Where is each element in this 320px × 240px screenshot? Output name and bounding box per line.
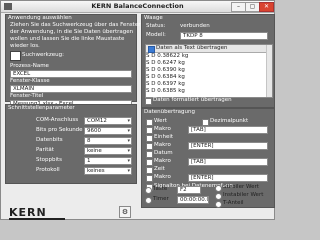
title-bar: KERN BalanceConnection – ▢ ✕ bbox=[1, 1, 274, 13]
macro-label: Makro bbox=[154, 142, 171, 148]
t-part-radio[interactable] bbox=[215, 201, 222, 208]
macro-checkbox[interactable] bbox=[146, 143, 153, 150]
macro-label: Makro bbox=[154, 158, 171, 164]
macro-checkbox[interactable] bbox=[146, 127, 153, 134]
unstable-value-radio[interactable] bbox=[215, 193, 222, 200]
time-label: Zeit bbox=[154, 166, 165, 172]
received-data-list[interactable]: Daten als Text übertragen S D 0.38622 kg… bbox=[145, 44, 273, 98]
logo-underline bbox=[9, 218, 65, 220]
stop-bits-label: Stoppbits bbox=[36, 157, 63, 163]
data-bits-select[interactable]: 8 bbox=[84, 137, 132, 145]
application-select-panel: Anwendung auswählen Ziehen Sie das Suchw… bbox=[5, 14, 141, 108]
protocol-select[interactable]: keines bbox=[84, 167, 132, 175]
interface-parameters-panel: Schnittstellenparameter COM-Anschluss CO… bbox=[5, 104, 137, 184]
list-item[interactable]: S D 0.6397 kg bbox=[146, 81, 272, 88]
window-class-label: Fenster-Klasse bbox=[10, 78, 50, 84]
list-item[interactable]: S D 0.6390 kg bbox=[146, 67, 272, 74]
list-header: Daten als Text übertragen bbox=[146, 45, 272, 53]
close-icon[interactable]: ✕ bbox=[259, 2, 274, 12]
macro-label: Makro bbox=[154, 174, 171, 180]
list-item[interactable]: S D 0.6247 kg bbox=[146, 60, 272, 67]
formatted-transfer-checkbox[interactable] bbox=[145, 98, 152, 105]
description-line: der Anwendung, in die Sie Daten übertrag… bbox=[10, 29, 134, 35]
stable-value-radio[interactable] bbox=[215, 185, 222, 192]
finder-tool-label: Suchwerkzeug: bbox=[22, 52, 64, 58]
unit-label: Einheit bbox=[154, 134, 174, 140]
status-value: verbunden bbox=[180, 23, 210, 29]
macro-field[interactable]: [ENTER] bbox=[188, 174, 268, 182]
minimize-icon[interactable]: – bbox=[231, 2, 246, 12]
panel-header: Datenübertragung bbox=[144, 109, 195, 115]
com-port-label: COM-Anschluss bbox=[36, 117, 79, 123]
protocol-label: Protokoll bbox=[36, 167, 60, 173]
formatted-transfer-label: Daten formatiert übertragen bbox=[153, 97, 232, 103]
decimal-point-label: Dezimalpunkt bbox=[210, 118, 249, 124]
model-label: Modell: bbox=[146, 32, 166, 38]
finder-tool-icon[interactable] bbox=[10, 51, 21, 61]
list-item[interactable]: S D 0.38622 kg bbox=[146, 53, 272, 60]
unstable-value-label: Instabiler Wert bbox=[223, 192, 264, 198]
list-item[interactable]: S D 0.6384 kg bbox=[146, 74, 272, 81]
unit-checkbox[interactable] bbox=[146, 135, 153, 142]
panel-header: Schnittstellenparameter bbox=[8, 105, 75, 111]
process-name-label: Prozess-Name bbox=[10, 63, 49, 69]
key-label: Taste bbox=[153, 186, 168, 192]
com-port-select[interactable]: COM12 bbox=[84, 117, 132, 125]
window-title-label: Fenster-Titel bbox=[10, 93, 44, 99]
value-label: Wert bbox=[154, 118, 167, 124]
macro-field[interactable]: [TAB] bbox=[188, 158, 268, 166]
window-class-field[interactable]: XLMAIN bbox=[10, 85, 132, 93]
key-field[interactable]: F2 bbox=[177, 186, 201, 194]
process-name-field[interactable]: EXCEL bbox=[10, 70, 132, 78]
stable-value-label: Stabiler Wert bbox=[223, 184, 259, 190]
baud-rate-label: Bits pro Sekunde bbox=[36, 127, 83, 133]
stop-bits-select[interactable]: 1 bbox=[84, 157, 132, 165]
description-line: wollen und lassen Sie die linke Maustast… bbox=[10, 36, 125, 42]
macro-checkbox[interactable] bbox=[146, 175, 153, 182]
baud-rate-select[interactable]: 9600 bbox=[84, 127, 132, 135]
time-checkbox[interactable] bbox=[146, 167, 153, 174]
t-part-label: T-Anteil bbox=[223, 200, 244, 206]
panel-header: Anwendung auswählen bbox=[8, 15, 72, 21]
date-checkbox[interactable] bbox=[146, 151, 153, 158]
status-label: Status: bbox=[146, 23, 166, 29]
macro-field[interactable]: [ENTER] bbox=[188, 142, 268, 150]
key-radio[interactable] bbox=[145, 187, 152, 194]
list-scrollbar[interactable] bbox=[266, 45, 272, 97]
timer-label: Timer bbox=[153, 196, 169, 202]
model-field[interactable]: TKDP 8 bbox=[180, 32, 268, 40]
data-bits-label: Datenbits bbox=[36, 137, 63, 143]
panel-header: Waage bbox=[144, 15, 163, 21]
date-label: Datum bbox=[154, 150, 173, 156]
timer-field[interactable]: 00:00:00.000 bbox=[177, 196, 209, 204]
parity-select[interactable]: keine bbox=[84, 147, 132, 155]
maximize-icon[interactable]: ▢ bbox=[245, 2, 260, 12]
macro-label: Makro bbox=[154, 126, 171, 132]
text-transfer-checkbox[interactable] bbox=[148, 46, 155, 53]
macro-field[interactable]: [TAB] bbox=[188, 126, 268, 134]
description-line: Ziehen Sie das Suchwerkzeug über das Fen… bbox=[10, 22, 141, 28]
decimal-point-checkbox[interactable] bbox=[202, 119, 209, 126]
parity-label: Parität bbox=[36, 147, 54, 153]
value-checkbox[interactable] bbox=[146, 119, 153, 126]
settings-icon[interactable]: ⚙ bbox=[119, 206, 131, 218]
text-transfer-label: Daten als Text übertragen bbox=[156, 45, 228, 51]
description-line: wieder los. bbox=[10, 43, 40, 49]
timer-radio[interactable] bbox=[145, 197, 152, 204]
list-item[interactable]: S D 0.6385 kg bbox=[146, 88, 272, 95]
macro-checkbox[interactable] bbox=[146, 159, 153, 166]
app-window: KERN BalanceConnection – ▢ ✕ Anwendung a… bbox=[0, 0, 275, 220]
